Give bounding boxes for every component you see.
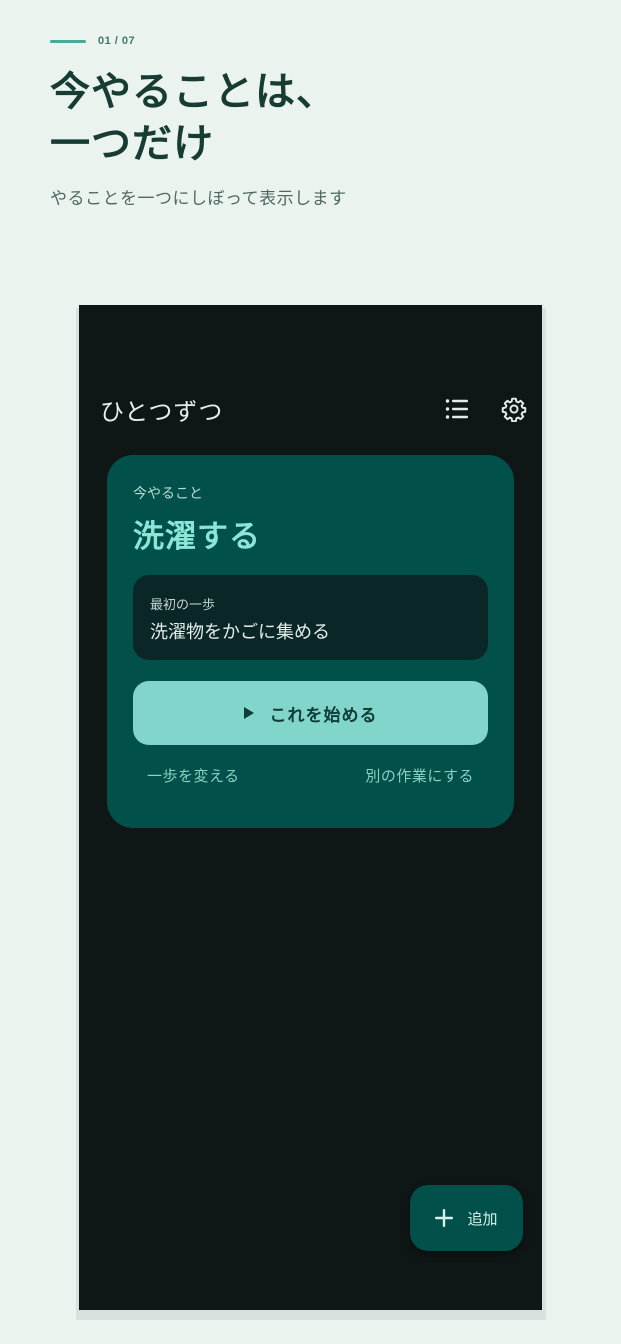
play-icon (243, 707, 254, 719)
fab-label: 追加 (467, 1209, 498, 1228)
subhead: やることを一つにしぼって表示します (50, 189, 347, 209)
app-title: ひとつずつ (100, 398, 224, 426)
counter-accent-line (50, 39, 86, 43)
app-bar: ひとつずつ (79, 390, 542, 430)
start-button[interactable]: これを始める (133, 681, 488, 745)
change-step-button[interactable]: 一歩を変える (147, 765, 240, 786)
gear-icon (501, 397, 527, 422)
list-icon (445, 399, 468, 419)
start-button-label: これを始める (269, 705, 378, 726)
promo-header: 01 / 07 今やることは、 一つだけ やることを一つにしぼって表示します (50, 32, 590, 209)
task-title: 洗濯する (133, 519, 261, 555)
counter-text: 01 / 07 (98, 35, 136, 47)
settings-button[interactable] (499, 394, 529, 424)
card-label: 今やること (133, 486, 203, 502)
step-text: 洗濯物をかごに集める (150, 622, 330, 643)
phone-screen: ひとつずつ 今やること 洗濯する 最初の一歩 洗濯物をかごに集める これを始める… (79, 305, 542, 1310)
headline-line-1: 今やることは、 (50, 69, 337, 115)
add-task-fab[interactable]: 追加 (410, 1185, 523, 1251)
headline: 今やることは、 一つだけ (50, 66, 590, 170)
first-step-box: 最初の一歩 洗濯物をかごに集める (133, 575, 488, 660)
current-task-card: 今やること 洗濯する 最初の一歩 洗濯物をかごに集める これを始める 一歩を変え… (107, 455, 514, 828)
plus-icon (435, 1209, 454, 1227)
step-label: 最初の一歩 (150, 598, 216, 613)
page-counter: 01 / 07 (50, 32, 590, 50)
other-task-button[interactable]: 別の作業にする (365, 765, 474, 786)
headline-line-2: 一つだけ (50, 121, 214, 167)
task-list-button[interactable] (442, 394, 472, 424)
